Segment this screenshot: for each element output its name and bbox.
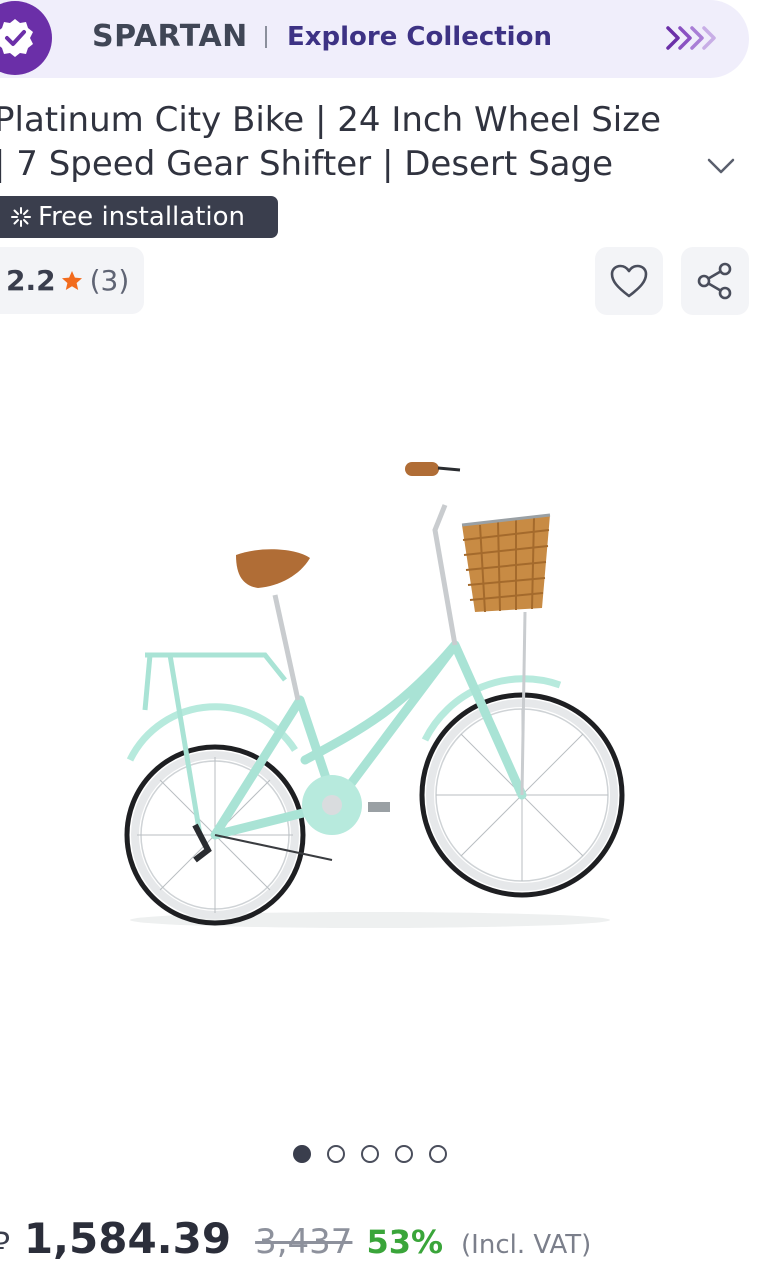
rating-value: 2.2 (6, 264, 56, 297)
triple-chevron-right-icon[interactable] (664, 24, 720, 56)
vat-note: (Incl. VAT) (461, 1230, 592, 1260)
rating-count: (3) (89, 264, 130, 297)
star-icon (60, 269, 84, 293)
product-title-line: | 7 Speed Gear Shifter | Desert Sage (0, 144, 613, 184)
discount-percent: 53% (366, 1223, 444, 1261)
share-button[interactable] (681, 247, 749, 315)
brand-name[interactable]: SPARTAN (92, 19, 248, 55)
old-price: 3,437 (255, 1222, 353, 1262)
product-title-line: Platinum City Bike | 24 Inch Wheel Size (0, 100, 662, 140)
sparkle-icon (10, 206, 32, 228)
image-carousel-dots[interactable] (293, 1145, 447, 1163)
explore-collection-link[interactable]: Explore Collection (287, 21, 552, 53)
free-installation-badge: Free installation (0, 196, 278, 238)
carousel-dot-4[interactable] (395, 1145, 413, 1163)
wishlist-button[interactable] (595, 247, 663, 315)
free-installation-label: Free installation (38, 202, 245, 232)
carousel-dot-1[interactable] (293, 1145, 311, 1163)
chevron-down-icon[interactable] (706, 156, 736, 180)
rating-summary[interactable]: 2.2 (3) (0, 247, 144, 314)
product-title: Platinum City Bike | 24 Inch Wheel Size … (0, 98, 684, 186)
product-image[interactable] (100, 430, 660, 950)
carousel-dot-3[interactable] (361, 1145, 379, 1163)
price-row: ⃁ 1,584.39 3,437 53% (Incl. VAT) (0, 1214, 591, 1270)
heart-icon (610, 264, 648, 298)
carousel-dot-5[interactable] (429, 1145, 447, 1163)
current-price: 1,584.39 (23, 1214, 232, 1263)
divider (265, 26, 267, 48)
currency-symbol: ⃁ (0, 1226, 10, 1261)
share-icon (697, 262, 732, 300)
verified-check-icon (0, 1, 52, 75)
carousel-dot-2[interactable] (327, 1145, 345, 1163)
